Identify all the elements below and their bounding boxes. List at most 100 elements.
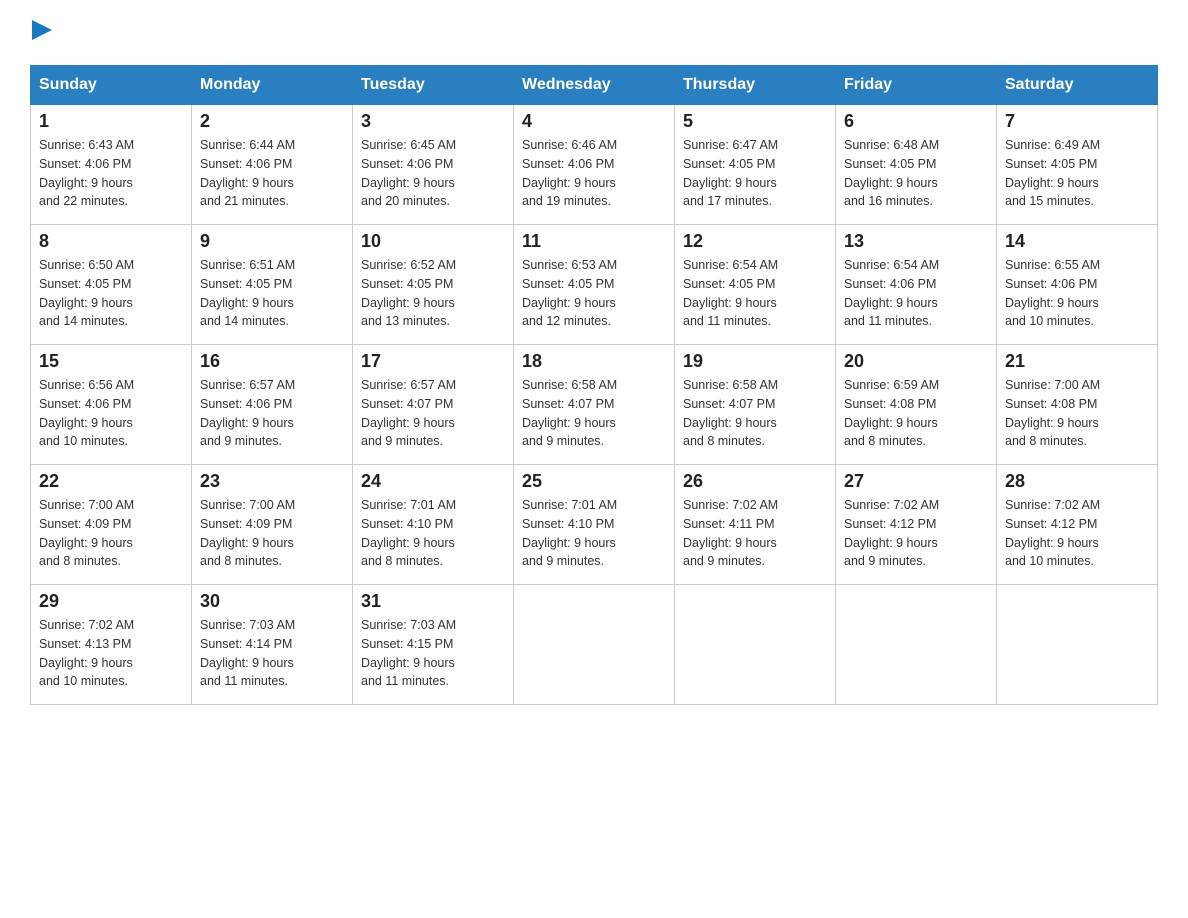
table-row: 7 Sunrise: 6:49 AM Sunset: 4:05 PM Dayli… (997, 105, 1158, 225)
day-info: Sunrise: 7:01 AM Sunset: 4:10 PM Dayligh… (361, 496, 505, 571)
col-saturday: Saturday (997, 66, 1158, 105)
day-info: Sunrise: 6:48 AM Sunset: 4:05 PM Dayligh… (844, 136, 988, 211)
day-number: 27 (844, 471, 988, 492)
day-info: Sunrise: 6:50 AM Sunset: 4:05 PM Dayligh… (39, 256, 183, 331)
day-number: 18 (522, 351, 666, 372)
table-row: 25 Sunrise: 7:01 AM Sunset: 4:10 PM Dayl… (514, 465, 675, 585)
day-info: Sunrise: 7:02 AM Sunset: 4:12 PM Dayligh… (844, 496, 988, 571)
col-sunday: Sunday (31, 66, 192, 105)
day-info: Sunrise: 7:00 AM Sunset: 4:08 PM Dayligh… (1005, 376, 1149, 451)
table-row: 24 Sunrise: 7:01 AM Sunset: 4:10 PM Dayl… (353, 465, 514, 585)
day-number: 5 (683, 111, 827, 132)
col-wednesday: Wednesday (514, 66, 675, 105)
table-row: 16 Sunrise: 6:57 AM Sunset: 4:06 PM Dayl… (192, 345, 353, 465)
table-row: 1 Sunrise: 6:43 AM Sunset: 4:06 PM Dayli… (31, 105, 192, 225)
day-number: 16 (200, 351, 344, 372)
table-row: 22 Sunrise: 7:00 AM Sunset: 4:09 PM Dayl… (31, 465, 192, 585)
day-info: Sunrise: 6:57 AM Sunset: 4:07 PM Dayligh… (361, 376, 505, 451)
day-info: Sunrise: 6:55 AM Sunset: 4:06 PM Dayligh… (1005, 256, 1149, 331)
day-header-row: Sunday Monday Tuesday Wednesday Thursday… (31, 66, 1158, 105)
table-row: 31 Sunrise: 7:03 AM Sunset: 4:15 PM Dayl… (353, 585, 514, 705)
table-row: 9 Sunrise: 6:51 AM Sunset: 4:05 PM Dayli… (192, 225, 353, 345)
day-info: Sunrise: 6:57 AM Sunset: 4:06 PM Dayligh… (200, 376, 344, 451)
day-info: Sunrise: 7:02 AM Sunset: 4:11 PM Dayligh… (683, 496, 827, 571)
day-info: Sunrise: 6:47 AM Sunset: 4:05 PM Dayligh… (683, 136, 827, 211)
logo (30, 20, 52, 45)
day-info: Sunrise: 6:45 AM Sunset: 4:06 PM Dayligh… (361, 136, 505, 211)
col-tuesday: Tuesday (353, 66, 514, 105)
day-info: Sunrise: 6:43 AM Sunset: 4:06 PM Dayligh… (39, 136, 183, 211)
table-row: 14 Sunrise: 6:55 AM Sunset: 4:06 PM Dayl… (997, 225, 1158, 345)
table-row (997, 585, 1158, 705)
day-number: 4 (522, 111, 666, 132)
col-friday: Friday (836, 66, 997, 105)
day-number: 13 (844, 231, 988, 252)
day-info: Sunrise: 6:58 AM Sunset: 4:07 PM Dayligh… (522, 376, 666, 451)
table-row: 6 Sunrise: 6:48 AM Sunset: 4:05 PM Dayli… (836, 105, 997, 225)
day-number: 23 (200, 471, 344, 492)
day-number: 21 (1005, 351, 1149, 372)
table-row: 18 Sunrise: 6:58 AM Sunset: 4:07 PM Dayl… (514, 345, 675, 465)
logo-arrow-icon (32, 20, 52, 40)
day-info: Sunrise: 6:53 AM Sunset: 4:05 PM Dayligh… (522, 256, 666, 331)
table-row: 20 Sunrise: 6:59 AM Sunset: 4:08 PM Dayl… (836, 345, 997, 465)
table-row: 12 Sunrise: 6:54 AM Sunset: 4:05 PM Dayl… (675, 225, 836, 345)
day-info: Sunrise: 7:00 AM Sunset: 4:09 PM Dayligh… (200, 496, 344, 571)
calendar-week-row: 22 Sunrise: 7:00 AM Sunset: 4:09 PM Dayl… (31, 465, 1158, 585)
day-number: 6 (844, 111, 988, 132)
day-number: 11 (522, 231, 666, 252)
day-info: Sunrise: 6:49 AM Sunset: 4:05 PM Dayligh… (1005, 136, 1149, 211)
day-number: 14 (1005, 231, 1149, 252)
day-number: 29 (39, 591, 183, 612)
day-number: 3 (361, 111, 505, 132)
table-row: 5 Sunrise: 6:47 AM Sunset: 4:05 PM Dayli… (675, 105, 836, 225)
day-number: 26 (683, 471, 827, 492)
day-info: Sunrise: 6:52 AM Sunset: 4:05 PM Dayligh… (361, 256, 505, 331)
day-info: Sunrise: 6:59 AM Sunset: 4:08 PM Dayligh… (844, 376, 988, 451)
day-number: 20 (844, 351, 988, 372)
table-row: 21 Sunrise: 7:00 AM Sunset: 4:08 PM Dayl… (997, 345, 1158, 465)
calendar-week-row: 8 Sunrise: 6:50 AM Sunset: 4:05 PM Dayli… (31, 225, 1158, 345)
day-number: 12 (683, 231, 827, 252)
table-row: 23 Sunrise: 7:00 AM Sunset: 4:09 PM Dayl… (192, 465, 353, 585)
table-row: 11 Sunrise: 6:53 AM Sunset: 4:05 PM Dayl… (514, 225, 675, 345)
table-row: 15 Sunrise: 6:56 AM Sunset: 4:06 PM Dayl… (31, 345, 192, 465)
day-number: 8 (39, 231, 183, 252)
calendar-week-row: 1 Sunrise: 6:43 AM Sunset: 4:06 PM Dayli… (31, 105, 1158, 225)
day-number: 17 (361, 351, 505, 372)
table-row (836, 585, 997, 705)
day-info: Sunrise: 6:54 AM Sunset: 4:06 PM Dayligh… (844, 256, 988, 331)
calendar-table: Sunday Monday Tuesday Wednesday Thursday… (30, 65, 1158, 705)
day-info: Sunrise: 7:02 AM Sunset: 4:12 PM Dayligh… (1005, 496, 1149, 571)
day-info: Sunrise: 7:03 AM Sunset: 4:14 PM Dayligh… (200, 616, 344, 691)
day-number: 19 (683, 351, 827, 372)
day-number: 22 (39, 471, 183, 492)
day-number: 30 (200, 591, 344, 612)
calendar-week-row: 15 Sunrise: 6:56 AM Sunset: 4:06 PM Dayl… (31, 345, 1158, 465)
table-row: 27 Sunrise: 7:02 AM Sunset: 4:12 PM Dayl… (836, 465, 997, 585)
table-row: 13 Sunrise: 6:54 AM Sunset: 4:06 PM Dayl… (836, 225, 997, 345)
calendar-week-row: 29 Sunrise: 7:02 AM Sunset: 4:13 PM Dayl… (31, 585, 1158, 705)
day-info: Sunrise: 7:00 AM Sunset: 4:09 PM Dayligh… (39, 496, 183, 571)
day-info: Sunrise: 7:02 AM Sunset: 4:13 PM Dayligh… (39, 616, 183, 691)
table-row: 3 Sunrise: 6:45 AM Sunset: 4:06 PM Dayli… (353, 105, 514, 225)
day-number: 24 (361, 471, 505, 492)
table-row: 19 Sunrise: 6:58 AM Sunset: 4:07 PM Dayl… (675, 345, 836, 465)
day-info: Sunrise: 7:01 AM Sunset: 4:10 PM Dayligh… (522, 496, 666, 571)
day-number: 15 (39, 351, 183, 372)
table-row: 10 Sunrise: 6:52 AM Sunset: 4:05 PM Dayl… (353, 225, 514, 345)
day-number: 1 (39, 111, 183, 132)
table-row: 29 Sunrise: 7:02 AM Sunset: 4:13 PM Dayl… (31, 585, 192, 705)
table-row: 4 Sunrise: 6:46 AM Sunset: 4:06 PM Dayli… (514, 105, 675, 225)
day-info: Sunrise: 6:56 AM Sunset: 4:06 PM Dayligh… (39, 376, 183, 451)
day-info: Sunrise: 7:03 AM Sunset: 4:15 PM Dayligh… (361, 616, 505, 691)
table-row (675, 585, 836, 705)
col-monday: Monday (192, 66, 353, 105)
table-row: 30 Sunrise: 7:03 AM Sunset: 4:14 PM Dayl… (192, 585, 353, 705)
table-row (514, 585, 675, 705)
day-info: Sunrise: 6:51 AM Sunset: 4:05 PM Dayligh… (200, 256, 344, 331)
day-number: 7 (1005, 111, 1149, 132)
day-number: 28 (1005, 471, 1149, 492)
day-info: Sunrise: 6:46 AM Sunset: 4:06 PM Dayligh… (522, 136, 666, 211)
table-row: 8 Sunrise: 6:50 AM Sunset: 4:05 PM Dayli… (31, 225, 192, 345)
